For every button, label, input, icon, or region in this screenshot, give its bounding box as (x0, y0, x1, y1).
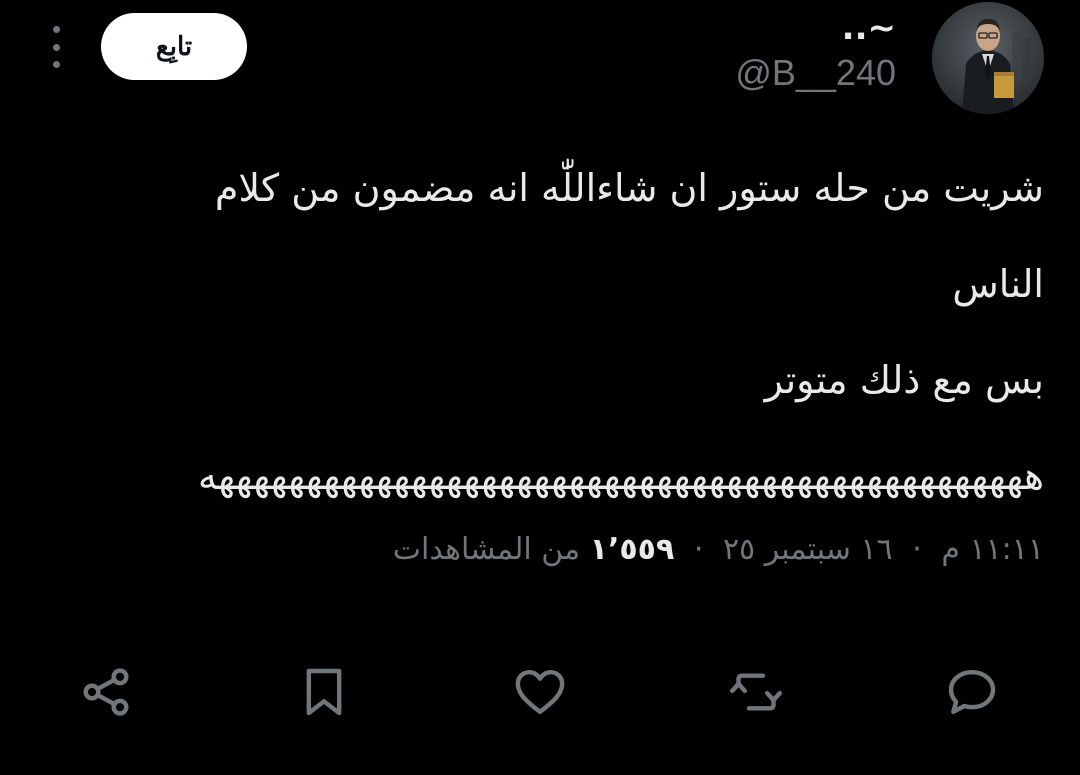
dot (52, 26, 60, 33)
user-handle[interactable]: @B__240 (735, 52, 896, 94)
separator: · (912, 532, 922, 567)
dot (52, 43, 60, 51)
views-label: من المشاهدات (392, 532, 581, 567)
separator: · (693, 532, 704, 567)
like-icon (515, 669, 565, 715)
share-button[interactable] (74, 660, 138, 724)
retweet-button[interactable] (724, 660, 788, 724)
dot (52, 61, 60, 68)
retweet-icon (729, 673, 783, 711)
reply-icon (948, 669, 996, 715)
tweet-text: شريت من حله ستور ان شاءاللّٰه انه مضمون … (104, 140, 1044, 524)
share-icon (83, 668, 129, 716)
avatar-image (932, 2, 1044, 114)
tweet-line: هههههههههههههههههههههههههههههههههههههههه… (197, 454, 1044, 498)
tweet-meta: ١١:١١ م · ١٦ سبتمبر ٢٥ · ١٬٥٥٩ من المشاه… (393, 528, 1044, 572)
tweet-date[interactable]: ١٦ سبتمبر ٢٥ (723, 532, 893, 567)
display-name[interactable]: ~.. (842, 8, 896, 48)
bookmark-icon (306, 668, 342, 716)
tweet-line: بس مع ذلك متوتر (764, 358, 1044, 402)
more-options-icon[interactable] (40, 26, 72, 68)
tweet-line: شريت من حله ستور ان شاءاللّٰه انه مضمون … (214, 166, 1044, 210)
bookmark-button[interactable] (292, 660, 356, 724)
like-button[interactable] (508, 660, 572, 724)
tweet: ~.. @B__240 تابِع شريت من حله ستور ان شا… (0, 0, 1080, 775)
tweet-time[interactable]: ١١:١١ م (941, 532, 1044, 567)
reply-button[interactable] (940, 660, 1004, 724)
follow-button[interactable]: تابِع (101, 13, 247, 80)
views-count[interactable]: ١٬٥٥٩ (590, 532, 675, 567)
avatar[interactable] (932, 2, 1044, 114)
tweet-line: الناس (952, 262, 1044, 306)
